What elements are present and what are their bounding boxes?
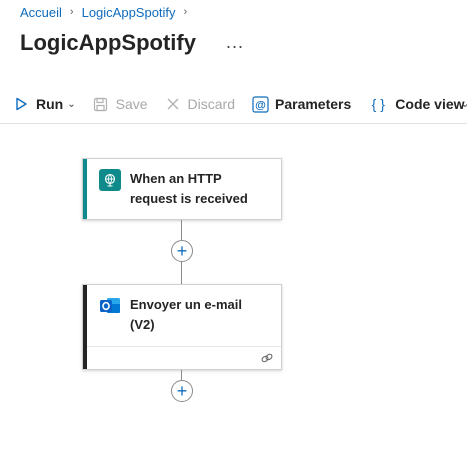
- action-card-title: Envoyer un e-mail (V2): [130, 297, 242, 332]
- workflow-connector: [181, 370, 182, 380]
- parameters-label: Parameters: [275, 96, 352, 112]
- chevron-right-icon: ›: [69, 6, 74, 18]
- card-accent-bar: [83, 285, 87, 369]
- run-button[interactable]: Run ⌄: [12, 95, 76, 113]
- run-label: Run: [36, 96, 64, 112]
- discard-label: Discard: [187, 96, 235, 112]
- page-title: LogicAppSpotify: [20, 30, 196, 55]
- save-label: Save: [115, 96, 148, 112]
- code-view-label: Code view: [395, 96, 465, 112]
- play-icon: [12, 95, 30, 113]
- card-accent-bar: [83, 159, 87, 219]
- parameters-button[interactable]: @ Parameters: [251, 95, 351, 113]
- add-step-button[interactable]: +: [171, 240, 193, 262]
- action-card-send-email[interactable]: Envoyer un e-mail (V2): [82, 284, 282, 370]
- designer-toolbar: Run ⌄ Save Discard @ Parameters { } Code…: [0, 86, 467, 122]
- discard-button[interactable]: Discard: [164, 95, 235, 113]
- designer-canvas: When an HTTP request is received + Envoy…: [0, 124, 467, 462]
- connection-link-icon[interactable]: [260, 351, 274, 365]
- code-braces-icon: { }: [371, 96, 385, 112]
- chevron-right-icon: ›: [183, 6, 188, 18]
- add-step-button[interactable]: +: [171, 380, 193, 402]
- outlook-icon: [99, 295, 121, 317]
- save-icon: [92, 95, 110, 113]
- workflow-connector: [181, 220, 182, 240]
- http-trigger-icon: [99, 169, 121, 191]
- parameters-icon-glyph: @: [255, 99, 266, 111]
- close-icon: [164, 95, 182, 113]
- code-view-button[interactable]: { } Code view: [367, 95, 465, 113]
- toolbar-overflow-icon[interactable]: ⌄: [460, 96, 467, 112]
- chevron-down-icon: ⌄: [67, 98, 76, 110]
- card-footer-divider: [87, 346, 281, 347]
- workflow-connector: [181, 262, 182, 284]
- breadcrumb-item-logicappspotify[interactable]: LogicAppSpotify: [82, 5, 176, 20]
- save-button[interactable]: Save: [92, 95, 148, 113]
- more-options-button[interactable]: ...: [226, 32, 244, 53]
- parameters-icon: @: [251, 95, 269, 113]
- trigger-card-http[interactable]: When an HTTP request is received: [82, 158, 282, 220]
- breadcrumb-item-accueil[interactable]: Accueil: [20, 5, 62, 20]
- breadcrumb: Accueil › LogicAppSpotify ›: [20, 4, 195, 20]
- trigger-card-title: When an HTTP request is received: [130, 171, 248, 206]
